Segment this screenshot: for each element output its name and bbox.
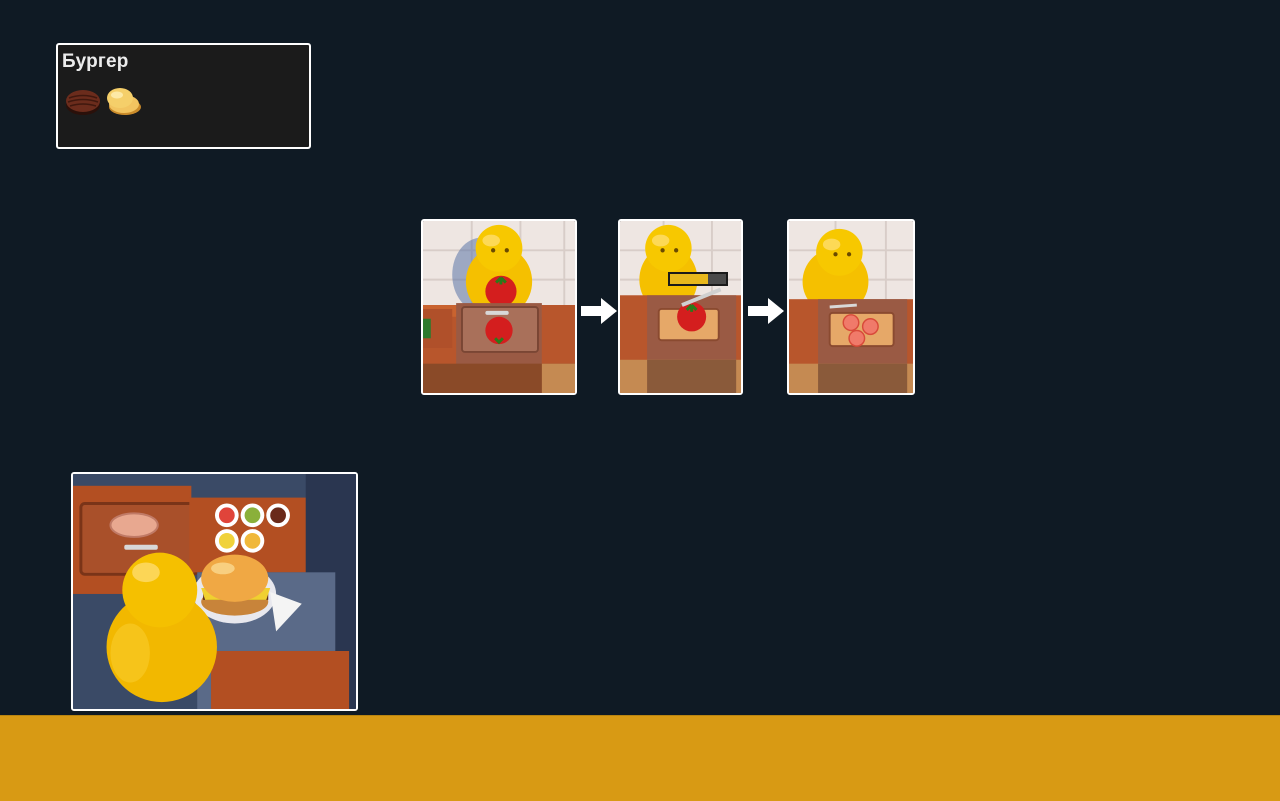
recipe-title: Бургер bbox=[62, 51, 129, 72]
tutorial-step-pick-up-tomato bbox=[421, 219, 577, 395]
chop-progress-bar bbox=[668, 272, 728, 286]
arrow-right-icon bbox=[748, 298, 784, 324]
tutorial-step-sliced-tomato bbox=[787, 219, 915, 395]
bottom-bar bbox=[0, 715, 1280, 801]
bun-icon bbox=[104, 83, 142, 119]
arrow-right-icon bbox=[581, 298, 617, 324]
tutorial-step-chop-tomato bbox=[618, 219, 743, 395]
recipe-order-card: Бургер bbox=[56, 43, 311, 149]
patty-icon bbox=[64, 83, 102, 119]
chop-progress-fill bbox=[670, 274, 709, 284]
tutorial-serve-burger-illustration bbox=[71, 472, 358, 711]
